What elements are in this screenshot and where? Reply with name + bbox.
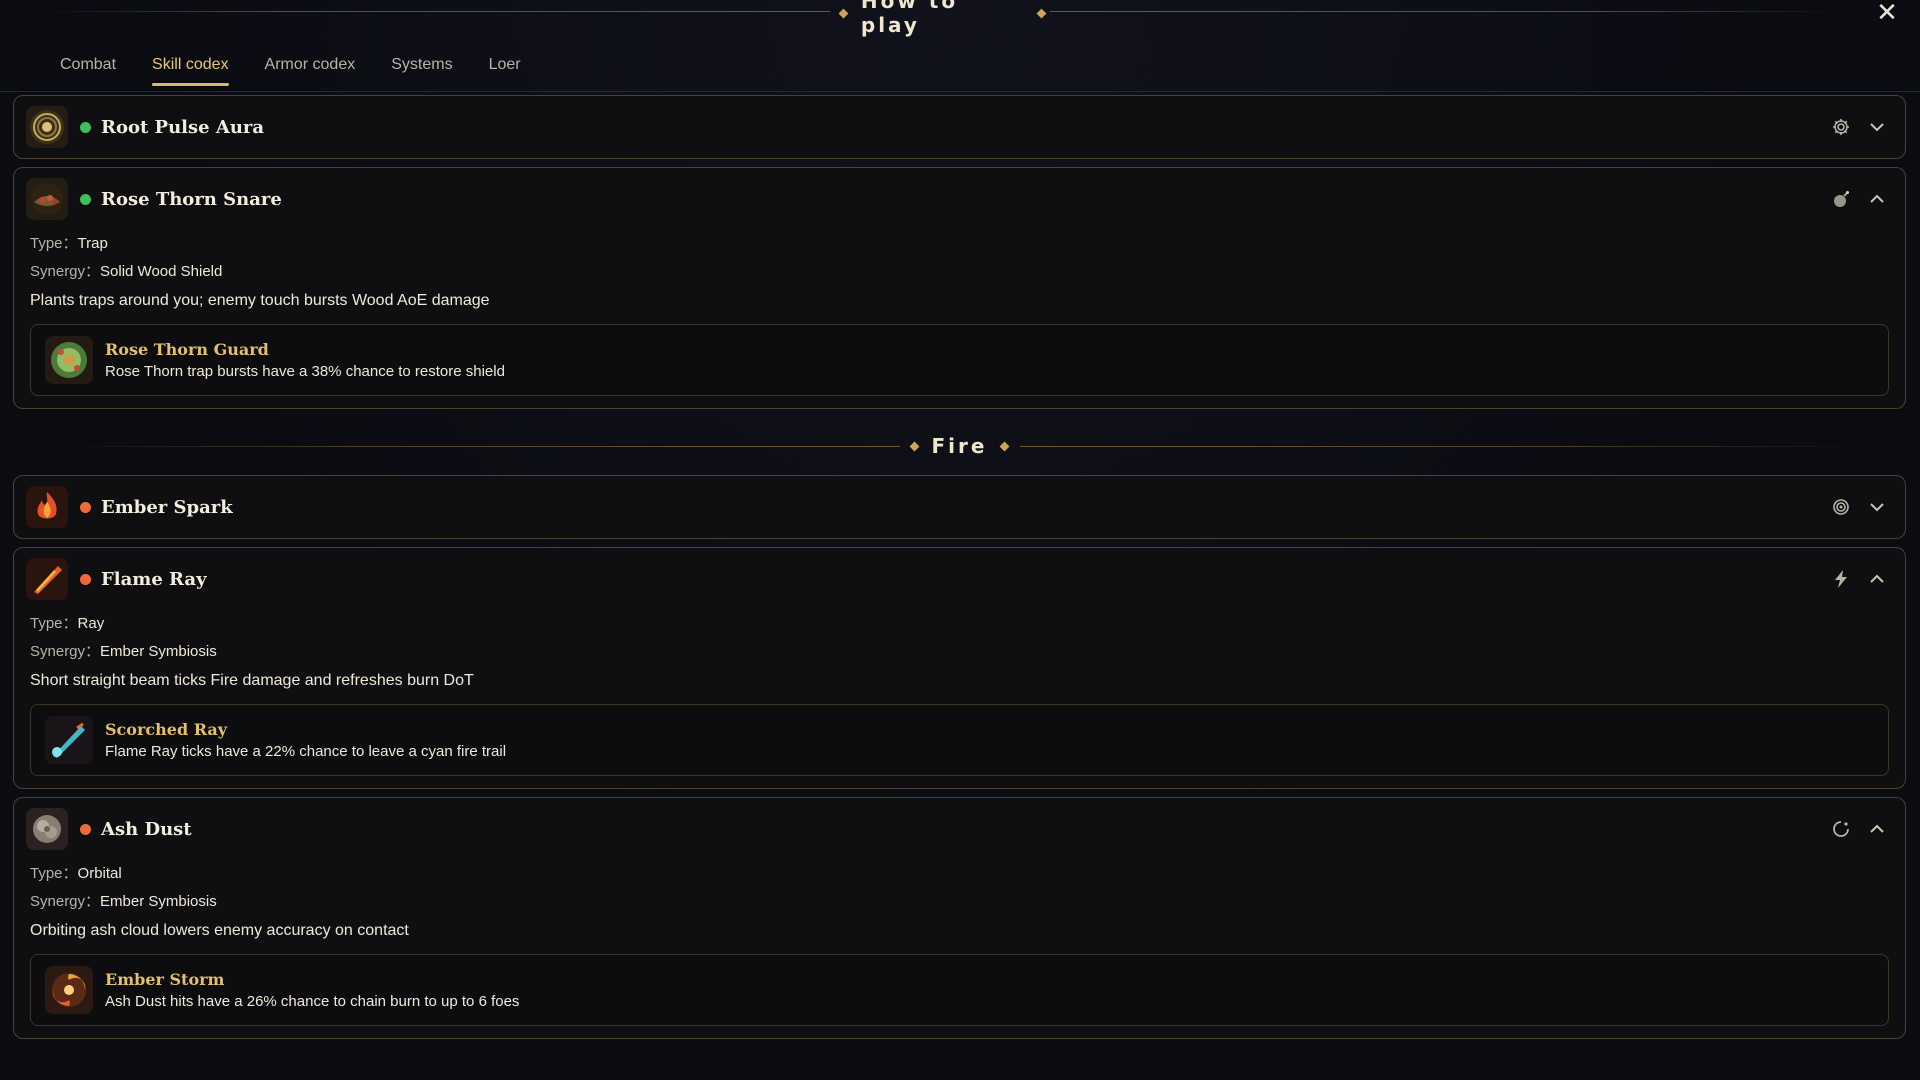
tab-loer[interactable]: Loer — [489, 50, 521, 86]
tab-bar: Combat Skill codex Armor codex Systems L… — [60, 50, 521, 92]
chevron-up-icon[interactable] — [1865, 567, 1889, 591]
upgrade-description: Flame Ray ticks have a 22% chance to lea… — [105, 743, 507, 760]
upgrade-name: Scorched Ray — [105, 720, 228, 739]
chevron-down-icon[interactable] — [1865, 495, 1889, 519]
title-wrap: How to play — [838, 0, 1047, 37]
skill-name: Rose Thorn Snare — [101, 188, 282, 210]
skill-name: Ember Spark — [101, 496, 233, 518]
skill-synergy: Synergy：Ember Symbiosis — [30, 888, 1889, 916]
chevron-down-icon[interactable] — [1865, 115, 1889, 139]
skill-card-root-pulse-aura[interactable]: Root Pulse Aura — [13, 95, 1906, 159]
skill-card-flame-ray[interactable]: Flame Ray Type：Ray Synergy：Ember Symbios… — [13, 547, 1906, 789]
skill-name: Flame Ray — [101, 568, 207, 590]
orbit-icon — [1829, 817, 1853, 841]
upgrade-description: Ash Dust hits have a 26% chance to chain… — [105, 993, 520, 1010]
root-pulse-aura-icon — [26, 106, 68, 148]
skill-description: Plants traps around you; enemy touch bur… — [30, 292, 490, 309]
chevron-up-icon[interactable] — [1865, 187, 1889, 211]
diamond-icon — [1036, 8, 1047, 18]
ash-dust-icon — [26, 808, 68, 850]
header-divider — [0, 91, 1920, 92]
skill-description: Short straight beam ticks Fire damage an… — [30, 672, 474, 689]
upgrade-name: Ember Storm — [105, 970, 225, 989]
skill-type: Type：Ray — [30, 610, 1889, 638]
tab-armor-codex[interactable]: Armor codex — [265, 50, 356, 86]
skill-details: Type：Trap Synergy：Solid Wood Shield Plan… — [14, 230, 1905, 408]
gear-icon — [1829, 115, 1853, 139]
wood-element-dot — [80, 193, 91, 205]
fire-element-dot — [80, 823, 91, 835]
close-icon: ✕ — [1876, 0, 1898, 28]
skill-details: Type：Ray Synergy：Ember Symbiosis Short s… — [14, 610, 1905, 788]
lightning-icon — [1829, 567, 1853, 591]
title-bar: How to play ✕ — [0, 0, 1920, 37]
close-button[interactable]: ✕ — [1874, 0, 1900, 26]
diamond-icon — [909, 441, 919, 451]
title-divider-left — [40, 11, 830, 12]
skill-header[interactable]: Flame Ray — [14, 548, 1905, 610]
skill-header[interactable]: Ember Spark — [14, 476, 1905, 538]
ember-storm-icon — [45, 966, 93, 1014]
bomb-icon — [1829, 187, 1853, 211]
section-title: Fire — [909, 434, 1010, 458]
section-label: Fire — [931, 434, 988, 458]
skill-type: Type：Orbital — [30, 860, 1889, 888]
skill-list: Root Pulse Aura Rose Thorn Snare Type：Tr… — [13, 95, 1906, 1047]
skill-name: Root Pulse Aura — [101, 116, 265, 138]
section-divider-left — [53, 446, 900, 447]
title-divider-right — [1050, 11, 1840, 12]
type-value: Orbital — [77, 865, 122, 882]
skill-name: Ash Dust — [101, 818, 192, 840]
type-label: Type： — [30, 235, 78, 252]
fire-element-dot — [80, 573, 91, 585]
upgrade-card: Rose Thorn Guard Rose Thorn trap bursts … — [30, 324, 1889, 396]
skill-details: Type：Orbital Synergy：Ember Symbiosis Orb… — [14, 860, 1905, 1038]
type-label: Type： — [30, 865, 78, 882]
skill-card-ember-spark[interactable]: Ember Spark — [13, 475, 1906, 539]
section-header-fire: Fire — [13, 417, 1906, 475]
section-divider-right — [1019, 446, 1866, 447]
diamond-icon — [1000, 441, 1010, 451]
fire-element-dot — [80, 501, 91, 513]
target-icon — [1829, 495, 1853, 519]
synergy-value: Solid Wood Shield — [100, 263, 223, 280]
skill-synergy: Synergy：Solid Wood Shield — [30, 258, 1889, 286]
type-value: Trap — [77, 235, 108, 252]
wood-element-dot — [80, 121, 91, 133]
page-title: How to play — [860, 0, 959, 37]
tab-systems[interactable]: Systems — [391, 50, 452, 86]
upgrade-card: Scorched Ray Flame Ray ticks have a 22% … — [30, 704, 1889, 776]
synergy-label: Synergy： — [30, 893, 101, 910]
upgrade-card: Ember Storm Ash Dust hits have a 26% cha… — [30, 954, 1889, 1026]
type-label: Type： — [30, 615, 78, 632]
upgrade-text: Scorched Ray Flame Ray ticks have a 22% … — [105, 720, 506, 760]
chevron-up-icon[interactable] — [1865, 817, 1889, 841]
skill-header[interactable]: Rose Thorn Snare — [14, 168, 1905, 230]
how-to-play-window: How to play ✕ Combat Skill codex Armor c… — [0, 0, 1920, 1080]
skill-card-ash-dust[interactable]: Ash Dust Type：Orbital Synergy：Ember Symb… — [13, 797, 1906, 1039]
skill-description: Orbiting ash cloud lowers enemy accuracy… — [30, 922, 409, 939]
tab-combat[interactable]: Combat — [60, 50, 116, 86]
scorched-ray-icon — [45, 716, 93, 764]
rose-thorn-snare-icon — [26, 178, 68, 220]
skill-header[interactable]: Root Pulse Aura — [14, 96, 1905, 158]
skill-card-rose-thorn-snare[interactable]: Rose Thorn Snare Type：Trap Synergy：Solid… — [13, 167, 1906, 409]
upgrade-name: Rose Thorn Guard — [105, 340, 269, 359]
synergy-label: Synergy： — [30, 263, 101, 280]
upgrade-text: Ember Storm Ash Dust hits have a 26% cha… — [105, 970, 519, 1010]
flame-ray-icon — [26, 558, 68, 600]
tab-skill-codex[interactable]: Skill codex — [152, 50, 230, 86]
skill-type: Type：Trap — [30, 230, 1889, 258]
synergy-value: Ember Symbiosis — [100, 643, 217, 660]
diamond-icon — [838, 8, 849, 18]
synergy-label: Synergy： — [30, 643, 101, 660]
upgrade-description: Rose Thorn trap bursts have a 38% chance… — [105, 363, 505, 380]
rose-thorn-guard-icon — [45, 336, 93, 384]
skill-synergy: Synergy：Ember Symbiosis — [30, 638, 1889, 666]
type-value: Ray — [77, 615, 105, 632]
synergy-value: Ember Symbiosis — [100, 893, 217, 910]
skill-header[interactable]: Ash Dust — [14, 798, 1905, 860]
ember-spark-icon — [26, 486, 68, 528]
upgrade-text: Rose Thorn Guard Rose Thorn trap bursts … — [105, 340, 505, 380]
